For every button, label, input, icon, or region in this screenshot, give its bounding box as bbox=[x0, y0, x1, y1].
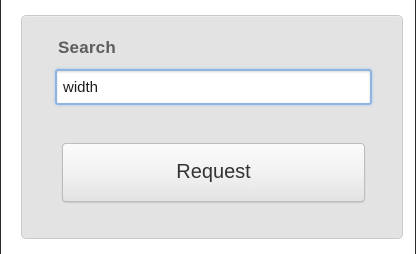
request-button[interactable]: Request bbox=[62, 143, 365, 202]
window-frame: Search Request bbox=[0, 0, 416, 254]
search-panel: Search Request bbox=[21, 15, 403, 239]
search-label: Search bbox=[58, 38, 116, 57]
search-input[interactable] bbox=[55, 69, 372, 105]
